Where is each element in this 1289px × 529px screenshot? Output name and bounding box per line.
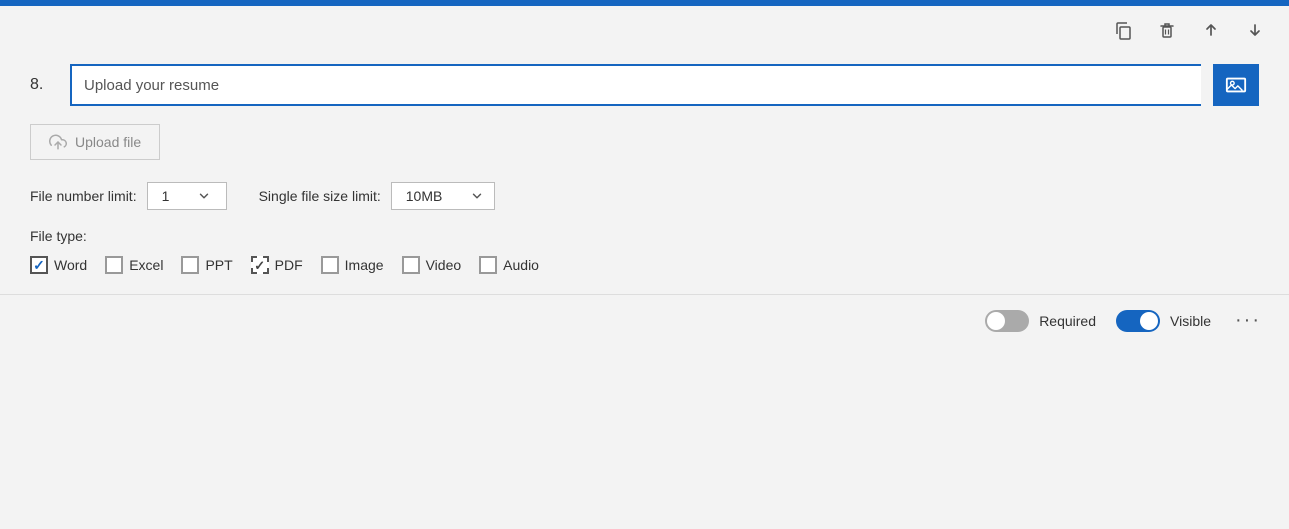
file-size-limit-select[interactable]: 10MB <box>391 182 496 210</box>
checkbox-video[interactable] <box>402 256 420 274</box>
question-row: 8. <box>30 64 1259 106</box>
filetype-label-pdf: PDF <box>275 257 303 273</box>
filetype-label-word: Word <box>54 257 87 273</box>
file-number-limit-select[interactable]: 1 <box>147 182 227 210</box>
filetype-items: ✓ Word Excel PPT ✓ PDF Image Video Audio <box>30 256 1259 274</box>
chevron-down-icon <box>197 189 211 203</box>
filetype-item-word: ✓ Word <box>30 256 87 274</box>
filetype-item-pdf: ✓ PDF <box>251 256 303 274</box>
file-number-limit-group: File number limit: 1 <box>30 182 227 210</box>
filetype-label-excel: Excel <box>129 257 163 273</box>
filetype-section-label: File type: <box>30 228 87 244</box>
visible-toggle-group: Visible <box>1116 310 1211 332</box>
question-number: 8. <box>30 76 58 94</box>
visible-toggle[interactable] <box>1116 310 1160 332</box>
checkbox-excel[interactable] <box>105 256 123 274</box>
filetype-label-image: Image <box>345 257 384 273</box>
upload-icon <box>49 133 67 151</box>
filetype-label-row: File type: <box>30 228 1259 244</box>
required-toggle-group: Required <box>985 310 1096 332</box>
copy-icon[interactable] <box>1109 16 1137 44</box>
file-size-limit-label: Single file size limit: <box>259 188 381 204</box>
file-number-limit-label: File number limit: <box>30 188 137 204</box>
checkbox-ppt[interactable] <box>181 256 199 274</box>
checkbox-audio[interactable] <box>479 256 497 274</box>
filetype-label-audio: Audio <box>503 257 539 273</box>
more-options-button[interactable]: ··· <box>1231 309 1265 332</box>
filetype-label-video: Video <box>426 257 462 273</box>
file-size-limit-value: 10MB <box>406 188 443 204</box>
file-size-limit-group: Single file size limit: 10MB <box>259 182 496 210</box>
toolbar <box>0 6 1289 54</box>
visible-toggle-thumb <box>1140 312 1158 330</box>
filetype-item-video: Video <box>402 256 462 274</box>
upload-file-button[interactable]: Upload file <box>30 124 160 160</box>
checkbox-word[interactable]: ✓ <box>30 256 48 274</box>
upload-file-label: Upload file <box>75 134 141 150</box>
filetype-item-excel: Excel <box>105 256 163 274</box>
file-number-limit-value: 1 <box>162 188 170 204</box>
limits-row: File number limit: 1 Single file size li… <box>30 182 1259 210</box>
filetype-item-image: Image <box>321 256 384 274</box>
question-input[interactable] <box>70 64 1201 106</box>
filetype-label-ppt: PPT <box>205 257 232 273</box>
delete-icon[interactable] <box>1153 16 1181 44</box>
filetype-item-audio: Audio <box>479 256 539 274</box>
checkbox-image[interactable] <box>321 256 339 274</box>
bottom-bar: Required Visible ··· <box>0 294 1289 346</box>
image-icon-button[interactable] <box>1213 64 1259 106</box>
main-content: 8. Upload file File number limit: 1 <box>0 54 1289 284</box>
chevron-down-icon-2 <box>470 189 484 203</box>
required-toggle-thumb <box>987 312 1005 330</box>
move-up-icon[interactable] <box>1197 16 1225 44</box>
filetype-item-ppt: PPT <box>181 256 232 274</box>
move-down-icon[interactable] <box>1241 16 1269 44</box>
required-toggle[interactable] <box>985 310 1029 332</box>
required-label: Required <box>1039 313 1096 329</box>
visible-label: Visible <box>1170 313 1211 329</box>
checkbox-pdf[interactable]: ✓ <box>251 256 269 274</box>
